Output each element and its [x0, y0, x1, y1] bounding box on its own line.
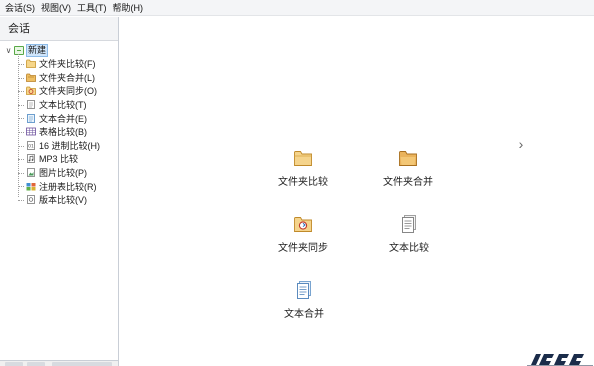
sidebar-item-label: 文本比较(T): [39, 100, 87, 111]
sidebar-header: 会话: [0, 17, 118, 41]
session-tree: ∨ 新建 文件夹比较(F) 文件夹合并(L) 文件夹同步(O) 文本比较(T) …: [0, 41, 118, 207]
sidebar-item-label: 16 进制比较(H): [39, 140, 101, 151]
text-compare-icon: [26, 100, 36, 109]
tile-text-compare[interactable]: 文本比较: [389, 214, 429, 254]
sidebar-item-label: 文件夹同步(O): [39, 86, 97, 97]
text-merge-icon: [294, 280, 314, 300]
tile-label: 文本合并: [284, 309, 324, 320]
tile-folder-compare[interactable]: 文件夹比较: [278, 148, 328, 188]
sidebar-item-table-compare[interactable]: 表格比较(B): [18, 125, 118, 139]
sidebar-item-label: 注册表比较(R): [39, 181, 97, 192]
new-session-icon: [14, 45, 24, 55]
sidebar-item-text-compare[interactable]: 文本比较(T): [18, 98, 118, 112]
text-compare-icon: [399, 214, 419, 234]
sidebar-item-registry-compare[interactable]: 注册表比较(R): [18, 179, 118, 193]
sidebar-item-folder-sync[interactable]: 文件夹同步(O): [18, 84, 118, 98]
sidebar-item-folder-merge[interactable]: 文件夹合并(L): [18, 71, 118, 85]
tile-label: 文本比较: [389, 243, 429, 254]
menu-help[interactable]: 帮助(H): [110, 0, 147, 16]
sidebar-item-label: MP3 比较: [39, 154, 79, 165]
launch-panel: 文件夹比较 文件夹合并 文件夹同步 文本比较 文本合并: [120, 17, 594, 366]
table-compare-icon: [26, 127, 36, 136]
sidebar-footer-tabs: [0, 360, 118, 366]
sidebar-item-hex-compare[interactable]: 01 16 进制比较(H): [18, 139, 118, 153]
sidebar-item-label: 文件夹合并(L): [39, 72, 95, 83]
tile-label: 文件夹合并: [383, 177, 433, 188]
footer-tab[interactable]: [27, 362, 45, 366]
folder-merge-icon: [26, 73, 36, 82]
sidebar-item-mp3-compare[interactable]: MP3 比较: [18, 152, 118, 166]
tile-text-merge[interactable]: 文本合并: [284, 280, 324, 320]
tile-folder-merge[interactable]: 文件夹合并: [383, 148, 433, 188]
sidebar-item-picture-compare[interactable]: 图片比较(P): [18, 166, 118, 180]
tile-label: 文件夹同步: [278, 243, 328, 254]
footer-tab[interactable]: [5, 362, 23, 366]
menu-view[interactable]: 视图(V): [38, 0, 74, 16]
version-compare-icon: [26, 195, 36, 205]
registry-compare-icon: [26, 182, 36, 191]
tile-label: 文件夹比较: [278, 177, 328, 188]
folder-merge-icon: [398, 148, 418, 168]
folder-sync-icon: [26, 86, 36, 96]
sidebar-item-label: 文件夹比较(F): [39, 59, 96, 70]
mp3-compare-icon: [26, 154, 36, 164]
sidebar-item-label: 表格比较(B): [39, 127, 87, 138]
menu-session[interactable]: 会话(S): [2, 0, 38, 16]
sidebar-item-label: 版本比较(V): [39, 195, 87, 206]
tree-root-label: 新建: [26, 43, 49, 57]
svg-text:01: 01: [28, 143, 34, 149]
folder-compare-icon: [293, 148, 313, 168]
tree-children: 文件夹比较(F) 文件夹合并(L) 文件夹同步(O) 文本比较(T) 文本合并(…: [18, 54, 118, 207]
folder-sync-icon: [293, 214, 313, 234]
tile-folder-sync[interactable]: 文件夹同步: [278, 214, 328, 254]
menu-bar: 会话(S) 视图(V) 工具(T) 帮助(H): [0, 0, 594, 16]
sidebar-item-folder-compare[interactable]: 文件夹比较(F): [18, 57, 118, 71]
sidebar-item-label: 图片比较(P): [39, 168, 87, 179]
chevron-right-icon[interactable]: ›: [516, 134, 526, 154]
site-logo-watermark: [527, 354, 593, 366]
footer-tab[interactable]: [52, 362, 112, 366]
hex-compare-icon: 01: [26, 140, 36, 150]
sidebar-item-text-merge[interactable]: 文本合并(E): [18, 111, 118, 125]
menu-tools[interactable]: 工具(T): [74, 0, 110, 16]
folder-compare-icon: [26, 59, 36, 69]
picture-compare-icon: [26, 168, 36, 177]
sidebar-item-label: 文本合并(E): [39, 113, 87, 124]
text-merge-icon: [26, 113, 36, 123]
sessions-sidebar: 会话 ∨ 新建 文件夹比较(F) 文件夹合并(L) 文件夹同步(O) 文本比较(…: [0, 17, 119, 366]
sidebar-item-version-compare[interactable]: 版本比较(V): [18, 193, 118, 207]
collapse-chevron-icon[interactable]: ∨: [4, 46, 13, 55]
